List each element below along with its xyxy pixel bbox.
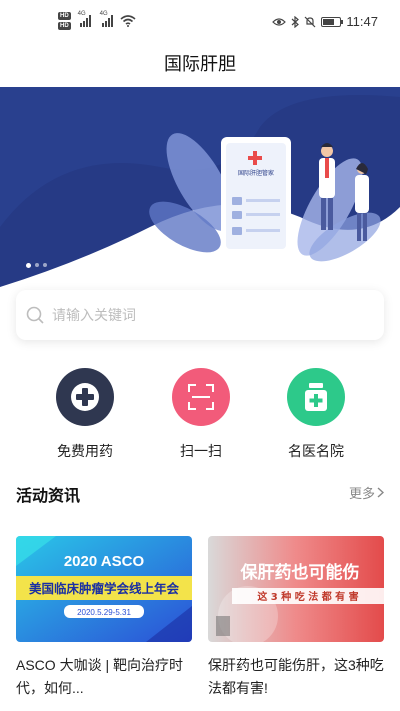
thumb-subtitle: 美国临床肿瘤学会线上年会	[29, 581, 180, 596]
bluetooth-icon	[292, 15, 300, 28]
news-title: ASCO 大咖谈 | 靶向治疗时代，如何...	[16, 657, 183, 696]
plus-circle-icon	[56, 368, 114, 426]
scan-icon	[172, 368, 230, 426]
more-link[interactable]: 更多	[349, 483, 384, 502]
famous-doctors-button[interactable]: 名医名院	[266, 368, 366, 461]
action-label: 扫一扫	[180, 443, 222, 459]
carousel-dot[interactable]	[35, 263, 39, 267]
more-label: 更多	[348, 486, 375, 501]
free-medication-button[interactable]: 免费用药	[35, 368, 135, 461]
carousel-indicators	[26, 263, 47, 268]
news-section-header: 活动资讯 更多	[16, 480, 384, 505]
page-title: 国际肝胆	[164, 54, 236, 74]
hd-indicators: HD HD	[58, 12, 71, 30]
news-card[interactable]: 2020 ASCO 美国临床肿瘤学会线上年会 2020.5.29-5.31 AS…	[16, 536, 192, 700]
news-thumbnail: 保肝药也可能伤 这 3 种 吃 法 都 有 害	[208, 536, 384, 642]
thumb-subtitle: 这 3 种 吃 法 都 有 害	[257, 590, 358, 603]
thumb-heading: 保肝药也可能伤	[240, 562, 360, 583]
news-thumbnail: 2020 ASCO 美国临床肿瘤学会线上年会 2020.5.29-5.31	[16, 536, 192, 642]
thumb-heading: 2020 ASCO	[64, 553, 145, 570]
network-type: 4G	[99, 11, 108, 17]
network-type: 4G	[77, 11, 86, 17]
mute-bell-icon	[304, 16, 316, 27]
hd-badge: HD	[58, 22, 71, 30]
section-title: 活动资讯	[16, 488, 81, 505]
banner-card-caption: 国际肝胆管家	[238, 169, 274, 177]
scan-button[interactable]: 扫一扫	[151, 368, 251, 461]
status-left: HD HD 4G 4G	[58, 11, 136, 30]
signal-icon: 4G	[100, 11, 113, 27]
banner-carousel[interactable]: 国际肝胆管家	[0, 87, 400, 302]
banner-illustration: 国际肝胆管家	[0, 87, 400, 302]
thumb-date: 2020.5.29-5.31	[77, 608, 131, 617]
battery-icon	[321, 16, 344, 27]
wifi-icon	[120, 15, 136, 27]
action-label: 免费用药	[57, 443, 113, 459]
news-title: 保肝药也可能伤肝，这3种吃法都有害!	[208, 657, 384, 696]
carousel-dot[interactable]	[26, 263, 31, 268]
hd-badge: HD	[58, 12, 71, 20]
signal-icon: 4G	[78, 11, 91, 27]
eye-icon	[272, 17, 287, 26]
status-right: 11:47	[272, 14, 378, 29]
search-input[interactable]	[52, 307, 352, 323]
carousel-dot[interactable]	[43, 263, 47, 267]
news-card[interactable]: 保肝药也可能伤 这 3 种 吃 法 都 有 害 保肝药也可能伤肝，这3种吃法都有…	[208, 536, 384, 700]
chevron-right-icon	[377, 487, 384, 498]
action-label: 名医名院	[288, 443, 344, 459]
search-bar[interactable]	[16, 290, 384, 340]
search-icon	[26, 306, 44, 324]
status-bar: HD HD 4G 4G 11:47	[0, 0, 400, 44]
clock: 11:47	[346, 14, 378, 29]
medicine-bottle-icon	[287, 368, 345, 426]
